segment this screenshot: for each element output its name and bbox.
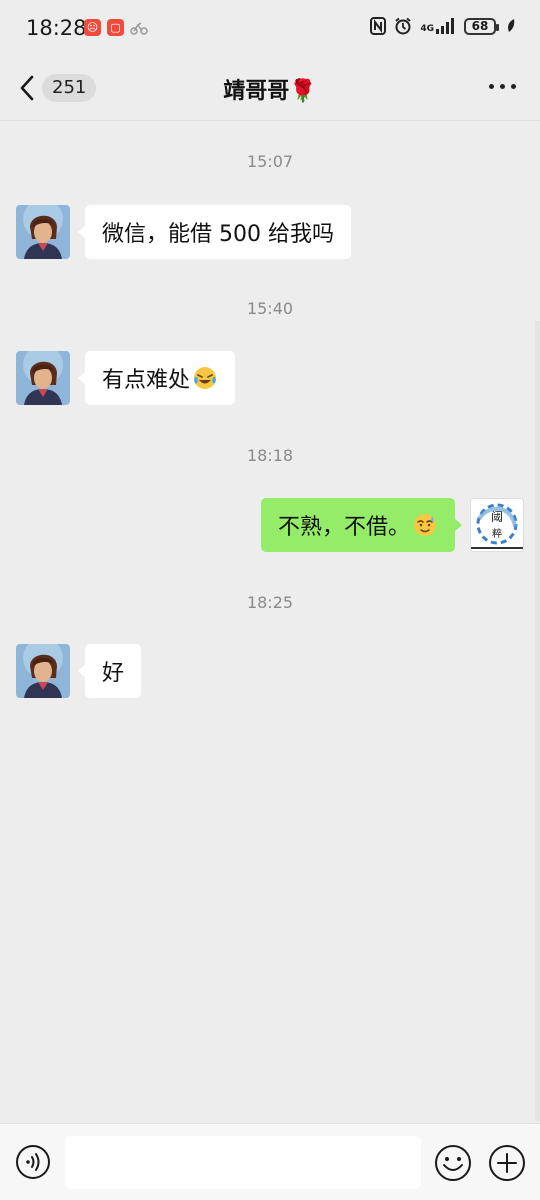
message-row: 有点难处 bbox=[0, 351, 540, 411]
emoji-icon bbox=[435, 1145, 471, 1181]
contact-avatar[interactable] bbox=[16, 205, 70, 259]
status-bar: 18:28 ☹ ▢ 4G 68 bbox=[0, 0, 540, 58]
emoji-button[interactable] bbox=[434, 1144, 472, 1186]
battery-level: 68 bbox=[471, 19, 489, 33]
received-message-bubble[interactable]: 好 bbox=[77, 644, 142, 698]
message-timestamp: 15:07 bbox=[246, 152, 294, 171]
leaf-icon bbox=[508, 19, 515, 32]
message-notification-icon: ▢ bbox=[107, 19, 124, 36]
plus-icon bbox=[489, 1145, 525, 1181]
notification-icons: ☹ ▢ bbox=[84, 19, 148, 36]
more-button[interactable] bbox=[489, 84, 516, 89]
more-dots-icon bbox=[489, 84, 494, 89]
bike-icon bbox=[130, 21, 148, 35]
svg-text:粹: 粹 bbox=[492, 527, 502, 540]
message-timestamp: 18:18 bbox=[246, 446, 294, 465]
voice-icon bbox=[16, 1145, 50, 1179]
battery-icon: 68 bbox=[464, 17, 499, 35]
received-message-bubble[interactable]: 微信，能借 500 给我吗 bbox=[78, 205, 351, 259]
message-text: 有点难处 bbox=[102, 368, 191, 393]
chat-screen: 18:28 ☹ ▢ 4G 68 251 靖哥哥🌹 15:07 微信，能借 500… bbox=[0, 0, 540, 1200]
nav-bar: 251 靖哥哥🌹 bbox=[0, 58, 540, 121]
received-message-bubble[interactable]: 有点难处 bbox=[77, 351, 236, 405]
alarm-icon bbox=[395, 17, 411, 35]
my-avatar[interactable]: 阈 粹 bbox=[470, 498, 524, 552]
message-list[interactable]: 15:07 微信，能借 500 给我吗 15:40 有点难处 18:18 不熟，… bbox=[0, 121, 540, 1123]
voice-button[interactable] bbox=[15, 1144, 51, 1184]
svg-text:阈: 阈 bbox=[491, 509, 503, 524]
more-functions-button[interactable] bbox=[488, 1144, 526, 1186]
message-text: 不熟，不借。 bbox=[277, 515, 410, 540]
nfc-icon bbox=[370, 17, 387, 35]
status-right-icons: 4G 68 bbox=[370, 17, 516, 35]
message-text: 微信，能借 500 给我吗 bbox=[102, 222, 334, 247]
sweat-smile-emoji-icon bbox=[412, 512, 438, 538]
chat-title: 靖哥哥🌹 bbox=[223, 79, 317, 104]
message-timestamp: 15:40 bbox=[246, 299, 294, 318]
input-bar bbox=[0, 1123, 540, 1200]
message-input[interactable] bbox=[65, 1136, 421, 1189]
network-type: 4G bbox=[420, 24, 434, 34]
app-notification-icon: ☹ bbox=[84, 19, 101, 36]
message-text: 好 bbox=[102, 661, 125, 686]
message-row: 不熟，不借。 阈 粹 bbox=[0, 498, 540, 558]
contact-avatar[interactable] bbox=[16, 351, 70, 405]
laughing-crying-emoji-icon bbox=[192, 365, 218, 391]
message-row: 微信，能借 500 给我吗 bbox=[0, 205, 540, 265]
signal-icon bbox=[436, 18, 454, 34]
message-row: 好 bbox=[0, 644, 540, 704]
message-timestamp: 18:25 bbox=[246, 593, 294, 612]
scrollbar[interactable] bbox=[535, 321, 540, 1121]
contact-avatar[interactable] bbox=[16, 644, 70, 698]
sent-message-bubble[interactable]: 不熟，不借。 bbox=[260, 498, 463, 552]
status-time: 18:28 bbox=[26, 16, 87, 40]
signal-indicator: 4G bbox=[420, 18, 456, 34]
